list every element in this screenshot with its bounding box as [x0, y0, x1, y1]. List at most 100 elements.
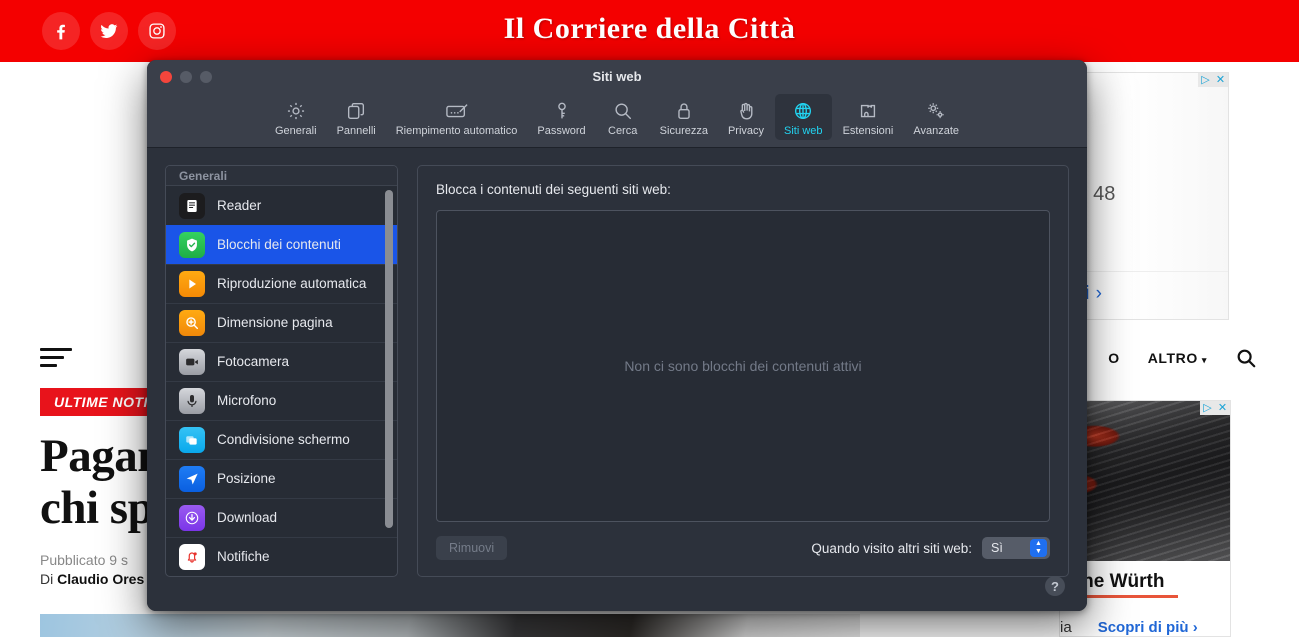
sidebar-item-label: Dimensione pagina — [217, 315, 333, 330]
default-behavior-select[interactable]: Sì ▲ ▼ — [982, 537, 1050, 559]
microphone-icon — [179, 387, 205, 414]
sidebar-item-condivisione-schermo[interactable]: Condivisione schermo — [166, 420, 397, 459]
screen-share-icon — [179, 426, 205, 453]
reader-icon — [179, 192, 205, 219]
ad-bottom-footer: ia Scopri di più › — [1060, 619, 1230, 636]
adchoices-icon[interactable]: ▷ — [1200, 401, 1215, 415]
default-behavior-label: Quando visito altri siti web: — [811, 540, 972, 556]
location-icon — [179, 465, 205, 492]
ad-advertiser: ia — [1060, 619, 1072, 636]
play-icon — [179, 270, 205, 297]
autofill-icon — [444, 98, 470, 124]
hand-icon — [735, 98, 757, 124]
sidebar-item-label: Riproduzione automatica — [217, 276, 367, 291]
adchoices-icon[interactable]: ▷ — [1198, 73, 1213, 87]
ad-choices-bottom[interactable]: ▷ ✕ — [1200, 401, 1230, 415]
sidebar-item-label: Download — [217, 510, 278, 525]
toolbar-label: Estensioni — [842, 125, 894, 137]
sidebar-item-dimensione-pagina[interactable]: Dimensione pagina — [166, 303, 397, 342]
window-title: Siti web — [592, 68, 642, 84]
sidebar-item-fotocamera[interactable]: Fotocamera — [166, 342, 397, 381]
bell-icon — [179, 543, 205, 570]
chevron-right-icon: › — [1192, 619, 1198, 636]
toolbar-tab-estensioni[interactable]: Estensioni — [834, 94, 903, 140]
search-icon — [612, 98, 634, 124]
toolbar-label: Riempimento automatico — [395, 125, 518, 137]
sidebar-item-download[interactable]: Download — [166, 498, 397, 537]
sidebar-item-reader[interactable]: Reader — [166, 186, 397, 225]
detail-title: Blocca i contenuti dei seguenti siti web… — [436, 182, 671, 197]
scrollbar-thumb[interactable] — [385, 190, 393, 528]
safari-preferences-window: Siti web Generali Pannelli Riempimento a… — [147, 60, 1087, 611]
blocked-sites-list[interactable]: Non ci sono blocchi dei contenuti attivi — [436, 210, 1050, 522]
lock-icon — [673, 98, 695, 124]
sidebar-item-posizione[interactable]: Posizione — [166, 459, 397, 498]
site-topbar: Il Corriere della Città — [0, 0, 1299, 62]
nav-item-altro[interactable]: ALTRO ▾ — [1148, 350, 1207, 366]
toolbar-label: Privacy — [727, 125, 765, 137]
chevron-updown-icon[interactable]: ▲ ▼ — [1030, 539, 1047, 557]
websites-sidebar: Generali Reader Blocchi dei contenuti Ri… — [165, 165, 398, 577]
gears-icon — [924, 98, 948, 124]
gear-icon — [285, 98, 307, 124]
toolbar-tab-sicurezza[interactable]: Sicurezza — [651, 94, 717, 140]
camera-icon — [179, 348, 205, 375]
sidebar-item-blocchi-dei-contenuti[interactable]: Blocchi dei contenuti — [166, 225, 397, 264]
detail-footer: Rimuovi Quando visito altri siti web: Sì… — [436, 536, 1050, 560]
toolbar-label: Pannelli — [336, 125, 376, 137]
empty-state-message: Non ci sono blocchi dei contenuti attivi — [624, 358, 862, 374]
toolbar-label: Siti web — [784, 125, 823, 137]
download-icon — [179, 504, 205, 531]
sidebar-header: Generali — [166, 166, 397, 186]
toolbar-label: Cerca — [608, 125, 638, 137]
toolbar-label: Sicurezza — [659, 125, 708, 137]
preferences-toolbar: Generali Pannelli Riempimento automatico… — [147, 92, 1087, 148]
toolbar-tab-avanzate[interactable]: Avanzate — [904, 94, 968, 140]
menu-icon[interactable] — [40, 348, 72, 367]
globe-icon — [792, 98, 814, 124]
help-button[interactable]: ? — [1045, 576, 1065, 596]
article-hero-image — [40, 614, 860, 637]
toolbar-label: Password — [537, 125, 586, 137]
tabs-icon — [345, 98, 367, 124]
chevron-right-icon: › — [1095, 283, 1102, 304]
toolbar-tab-privacy[interactable]: Privacy — [719, 94, 773, 140]
sidebar-item-label: Notifiche — [217, 549, 270, 564]
sidebar-item-notifiche[interactable]: Notifiche — [166, 537, 397, 576]
search-icon[interactable] — [1235, 347, 1257, 369]
zoom-button[interactable] — [200, 71, 212, 83]
toolbar-tab-password[interactable]: Password — [528, 94, 594, 140]
minimize-button[interactable] — [180, 71, 192, 83]
puzzle-icon — [857, 98, 879, 124]
close-icon[interactable]: ✕ — [1215, 401, 1230, 415]
close-button[interactable] — [160, 71, 172, 83]
key-icon — [551, 98, 573, 124]
nav-item-truncated[interactable]: O — [1108, 350, 1120, 366]
remove-button[interactable]: Rimuovi — [436, 536, 508, 560]
sidebar-item-label: Posizione — [217, 471, 276, 486]
sidebar-scrollbar[interactable] — [385, 190, 393, 543]
toolbar-tab-siti-web[interactable]: Siti web — [775, 94, 832, 140]
select-value: Sì — [991, 541, 1003, 555]
toolbar-tab-generali[interactable]: Generali — [266, 94, 326, 140]
close-icon[interactable]: ✕ — [1213, 73, 1228, 87]
zoom-in-icon — [179, 309, 205, 336]
ad-bottom-cta[interactable]: Scopri di più › — [1098, 619, 1198, 636]
window-titlebar: Siti web — [147, 60, 1087, 92]
sidebar-item-label: Microfono — [217, 393, 277, 408]
content-blockers-detail: Blocca i contenuti dei seguenti siti web… — [417, 165, 1069, 577]
toolbar-tab-pannelli[interactable]: Pannelli — [328, 94, 385, 140]
toolbar-tab-cerca[interactable]: Cerca — [597, 94, 649, 140]
sidebar-item-label: Blocchi dei contenuti — [217, 237, 341, 252]
sidebar-item-label: Fotocamera — [217, 354, 290, 369]
sidebar-item-label: Condivisione schermo — [217, 432, 350, 447]
toolbar-tab-riempimento-automatico[interactable]: Riempimento automatico — [387, 94, 527, 140]
chevron-down-icon: ▾ — [1201, 354, 1207, 365]
traffic-lights — [160, 71, 212, 83]
sidebar-item-riproduzione-automatica[interactable]: Riproduzione automatica — [166, 264, 397, 303]
toolbar-label: Avanzate — [913, 125, 959, 137]
sidebar-item-microfono[interactable]: Microfono — [166, 381, 397, 420]
site-logo: Il Corriere della Città — [503, 12, 796, 45]
ad-choices-top[interactable]: ▷ ✕ — [1198, 73, 1228, 87]
preferences-pane: Generali Reader Blocchi dei contenuti Ri… — [147, 149, 1087, 611]
